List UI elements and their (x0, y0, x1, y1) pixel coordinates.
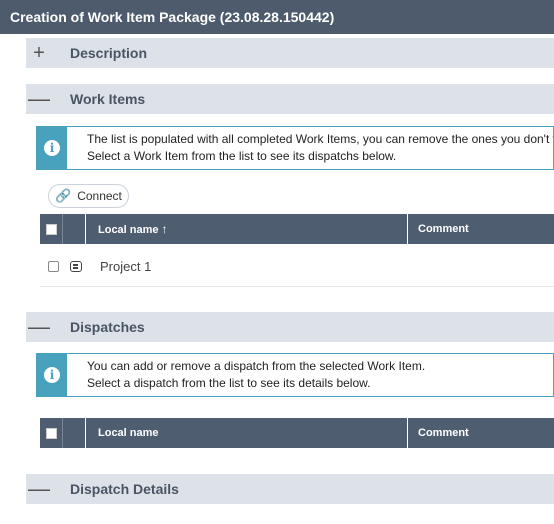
section-description-label: Description (70, 45, 148, 61)
table-row[interactable]: Project 1 (40, 247, 554, 287)
dispatches-grid-header: Local name Comment (40, 418, 554, 448)
section-dispatch-details-label: Dispatch Details (70, 481, 179, 497)
column-local-name-label: Local name (98, 224, 159, 236)
section-dispatch-details-header[interactable]: — Dispatch Details (26, 474, 554, 504)
section-dispatches-label: Dispatches (70, 319, 145, 335)
collapse-icon[interactable]: — (26, 84, 52, 114)
info-icon: i (44, 140, 60, 156)
info-icon: i (44, 367, 60, 383)
expand-icon[interactable]: + (26, 38, 52, 68)
info-stripe: i (37, 127, 67, 169)
section-work-items-header[interactable]: — Work Items (26, 84, 554, 114)
icon-column-header (63, 418, 86, 448)
work-items-info-line-2: Select a Work Item from the list to see … (87, 149, 397, 163)
connect-button-label: Connect (77, 189, 122, 203)
dispatches-info-line-1: You can add or remove a dispatch from th… (87, 359, 426, 373)
collapse-icon[interactable]: — (26, 312, 52, 342)
column-header-local-name[interactable]: Local name (86, 418, 408, 448)
window-title: Creation of Work Item Package (23.08.28.… (0, 0, 554, 34)
select-all-checkbox[interactable] (45, 223, 57, 235)
connect-button[interactable]: 🔗 Connect (48, 184, 129, 208)
row-checkbox[interactable] (48, 261, 59, 272)
dispatches-info-box: i You can add or remove a dispatch from … (36, 353, 554, 397)
column-header-comment[interactable]: Comment (408, 418, 469, 448)
work-items-info-line-1: The list is populated with all completed… (87, 132, 554, 146)
sort-ascending-icon[interactable]: ↑ (162, 222, 168, 236)
column-header-comment[interactable]: Comment (408, 214, 469, 244)
link-icon: 🔗 (55, 188, 72, 203)
work-items-grid-header: Local name ↑ Comment (40, 214, 554, 244)
section-dispatches-header[interactable]: — Dispatches (26, 312, 554, 342)
select-all-checkbox[interactable] (45, 427, 57, 439)
section-description-header[interactable]: + Description (26, 38, 554, 68)
column-header-local-name[interactable]: Local name ↑ (86, 214, 408, 244)
row-local-name: Project 1 (100, 259, 152, 274)
info-stripe: i (37, 354, 67, 396)
work-items-info-box: i The list is populated with all complet… (36, 126, 554, 170)
work-item-icon (70, 261, 82, 272)
dispatches-info-line-2: Select a dispatch from the list to see i… (87, 376, 371, 390)
icon-column-header (63, 214, 86, 244)
select-all-cell[interactable] (40, 214, 63, 244)
select-all-cell[interactable] (40, 418, 63, 448)
collapse-icon[interactable]: — (26, 474, 52, 504)
section-work-items-label: Work Items (70, 91, 146, 107)
